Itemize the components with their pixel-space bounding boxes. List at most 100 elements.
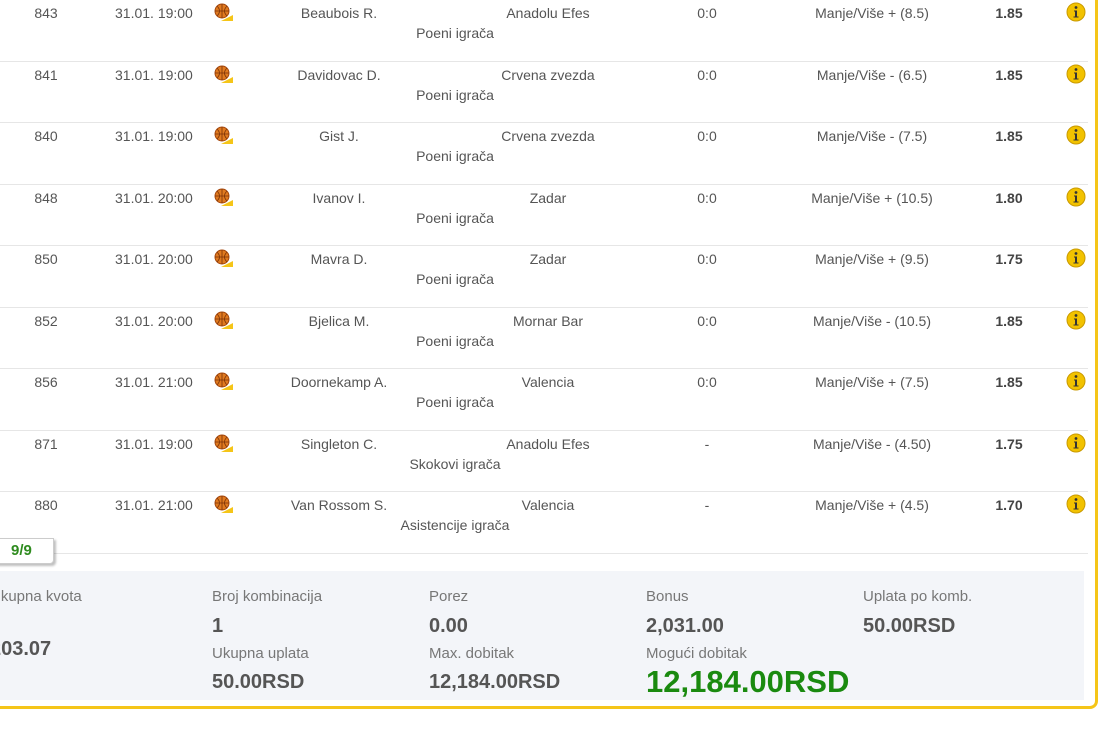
basketball-icon (213, 371, 233, 391)
basketball-icon (213, 187, 233, 207)
tax-value: 0.00 (429, 615, 468, 637)
combinations-label: Broj kombinacija (212, 588, 323, 605)
team-name: Anadolu Efes (506, 5, 590, 21)
bet-type: Asistencije igrača (400, 517, 510, 533)
match-time: 31.01. 21:00 (115, 497, 193, 513)
bonus-value: 2,031.00 (646, 615, 724, 637)
bet-market: Manje/Više - (10.5) (812, 312, 931, 329)
basketball-icon (213, 2, 233, 22)
bet-odd: 1.80 (995, 189, 1023, 206)
match-code: 848 (34, 189, 58, 206)
info-icon[interactable] (1066, 64, 1086, 84)
info-icon[interactable] (1066, 187, 1086, 207)
match-result: - (704, 497, 710, 513)
stake-per-comb-label: Uplata po komb. (863, 588, 973, 605)
total-odds-label: Ukupna kvota (0, 588, 82, 605)
max-win-label: Max. dobitak (429, 645, 515, 662)
bet-market: Manje/Više + (8.5) (815, 5, 929, 21)
info-icon[interactable] (1066, 310, 1086, 330)
player-name: Ivanov I. (312, 189, 366, 206)
info-icon[interactable] (1066, 125, 1086, 145)
player-name: Bjelica M. (308, 312, 370, 329)
bet-type: Poeni igrača (416, 148, 494, 164)
match-result: 0:0 (697, 5, 717, 21)
bet-type: Poeni igrača (416, 271, 494, 287)
info-icon[interactable] (1066, 248, 1086, 268)
total-odds-value: 203.07 (0, 638, 52, 660)
match-result: 0:0 (697, 251, 717, 267)
table-row: 852 31.01. 20:00 Bjelica M. Mornar Bar 0… (0, 308, 1088, 369)
match-time: 31.01. 20:00 (115, 251, 193, 267)
match-code: 852 (34, 312, 58, 329)
info-icon[interactable] (1066, 2, 1086, 22)
team-name: Valencia (521, 374, 575, 390)
basketball-icon (213, 310, 233, 330)
match-code: 880 (34, 497, 58, 513)
team-name: Anadolu Efes (506, 435, 590, 452)
info-icon[interactable] (1066, 371, 1086, 391)
match-time: 31.01. 19:00 (115, 435, 193, 452)
table-row: 841 31.01. 19:00 Davidovac D. Crvena zve… (0, 62, 1088, 123)
match-code: 871 (34, 435, 58, 452)
bet-market: Manje/Više + (7.5) (815, 374, 929, 390)
table-row: 850 31.01. 20:00 Mavra D. Zadar 0:0 Manj… (0, 246, 1088, 308)
bet-type: Poeni igrača (416, 25, 494, 41)
ticket-rows: 843 31.01. 19:00 Beaubois R. Anadolu Efe… (0, 0, 1088, 554)
team-name: Valencia (521, 497, 575, 513)
info-icon[interactable] (1066, 433, 1086, 453)
basketball-icon (213, 125, 233, 145)
bet-odd: 1.70 (995, 497, 1023, 513)
player-name: Van Rossom S. (290, 497, 388, 513)
bet-odd: 1.85 (995, 66, 1023, 83)
basketball-icon (213, 64, 233, 84)
bet-market: Manje/Više + (9.5) (815, 251, 929, 267)
bonus-label: Bonus (646, 588, 689, 605)
table-row: 871 31.01. 19:00 Singleton C. Anadolu Ef… (0, 431, 1088, 492)
bet-market: Manje/Više + (10.5) (811, 189, 933, 206)
basketball-icon (213, 494, 233, 514)
match-code: 841 (34, 66, 58, 83)
player-name: Beaubois R. (300, 5, 378, 21)
team-name: Zadar (529, 189, 567, 206)
match-code: 840 (34, 128, 58, 144)
match-result: 0:0 (697, 189, 717, 206)
bet-odd: 1.85 (995, 128, 1023, 144)
bet-odd: 1.85 (995, 312, 1023, 329)
match-code: 856 (34, 374, 58, 390)
table-row: 840 31.01. 19:00 Gist J. Crvena zvezda 0… (0, 123, 1088, 185)
bet-market: Manje/Više - (6.5) (816, 66, 928, 83)
total-stake-value: 50.00RSD (212, 671, 305, 693)
ticket-summary: Ukupna kvota 203.07 Broj kombinacija 1 U… (0, 571, 1084, 700)
tax-label: Porez (429, 588, 469, 605)
ticket-count-tab[interactable]: 9/9 (0, 538, 54, 564)
match-result: 0:0 (697, 312, 717, 329)
match-result: 0:0 (697, 128, 717, 144)
match-time: 31.01. 20:00 (115, 312, 193, 329)
table-row: 848 31.01. 20:00 Ivanov I. Zadar 0:0 Man… (0, 185, 1088, 246)
possible-win-label: Mogući dobitak (646, 645, 747, 662)
match-time: 31.01. 19:00 (115, 5, 193, 21)
match-result: 0:0 (697, 66, 717, 83)
combinations-value: 1 (212, 615, 224, 637)
bet-market: Manje/Više - (4.50) (812, 435, 931, 452)
bet-odd: 1.85 (995, 374, 1023, 390)
player-name: Davidovac D. (297, 66, 381, 83)
match-result: 0:0 (697, 374, 717, 390)
team-name: Crvena zvezda (501, 128, 595, 144)
match-code: 850 (34, 251, 58, 267)
bet-type: Poeni igrača (416, 86, 494, 103)
player-name: Mavra D. (310, 251, 368, 267)
player-name: Gist J. (319, 128, 359, 144)
ticket-count: 9/9 (11, 542, 32, 559)
team-name: Crvena zvezda (501, 66, 595, 83)
player-name: Doornekamp A. (290, 374, 388, 390)
basketball-icon (213, 433, 233, 453)
match-time: 31.01. 19:00 (115, 128, 193, 144)
stake-per-comb-value: 50.00RSD (863, 615, 956, 637)
bet-odd: 1.85 (995, 5, 1023, 21)
total-stake-label: Ukupna uplata (212, 645, 309, 662)
max-win-value: 12,184.00RSD (429, 671, 561, 693)
basketball-icon (213, 248, 233, 268)
info-icon[interactable] (1066, 494, 1086, 514)
possible-win-value: 12,184.00RSD (646, 664, 850, 699)
